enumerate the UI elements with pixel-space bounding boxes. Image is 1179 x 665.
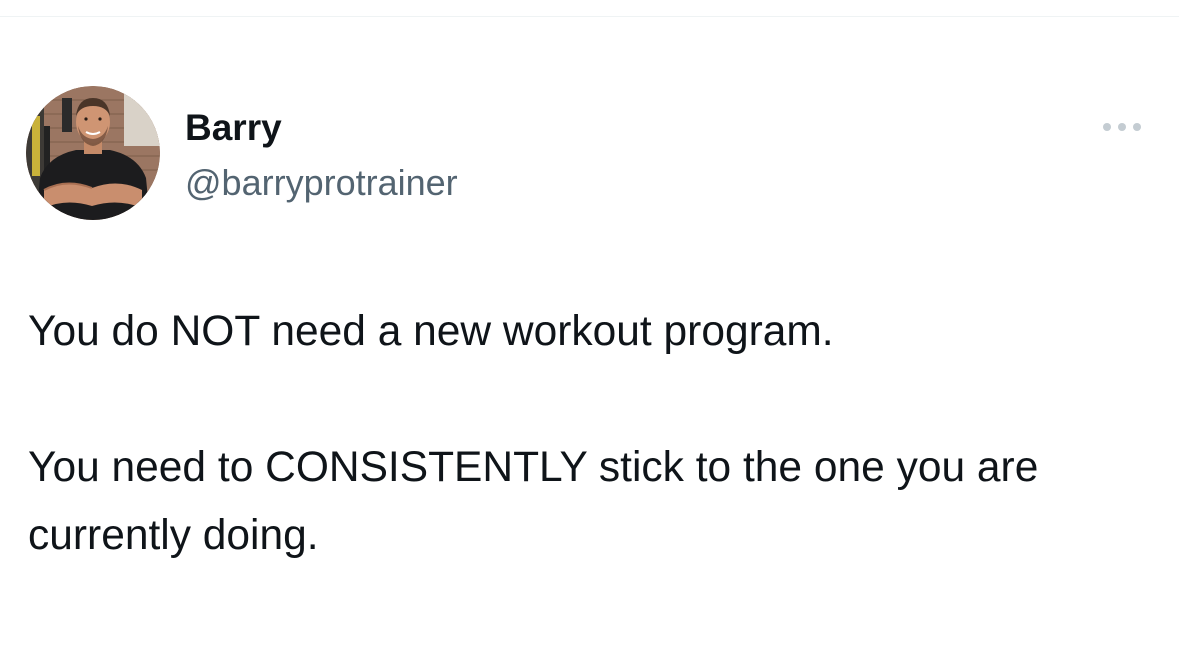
avatar[interactable]: [26, 86, 160, 220]
author-handle[interactable]: @barryprotrainer: [185, 161, 458, 205]
avatar-photo-icon: [26, 86, 160, 220]
more-options-ellipsis-icon: [1103, 123, 1141, 131]
tweet-paragraph: You need to CONSISTENTLY stick to the on…: [28, 444, 1039, 559]
author-display-name[interactable]: Barry: [185, 106, 282, 150]
tweet-paragraph: You do NOT need a new workout program.: [28, 308, 834, 355]
more-options-button[interactable]: [1094, 110, 1150, 144]
tweet-text: You do NOT need a new workout program. Y…: [28, 298, 1168, 570]
top-divider: [0, 16, 1179, 17]
